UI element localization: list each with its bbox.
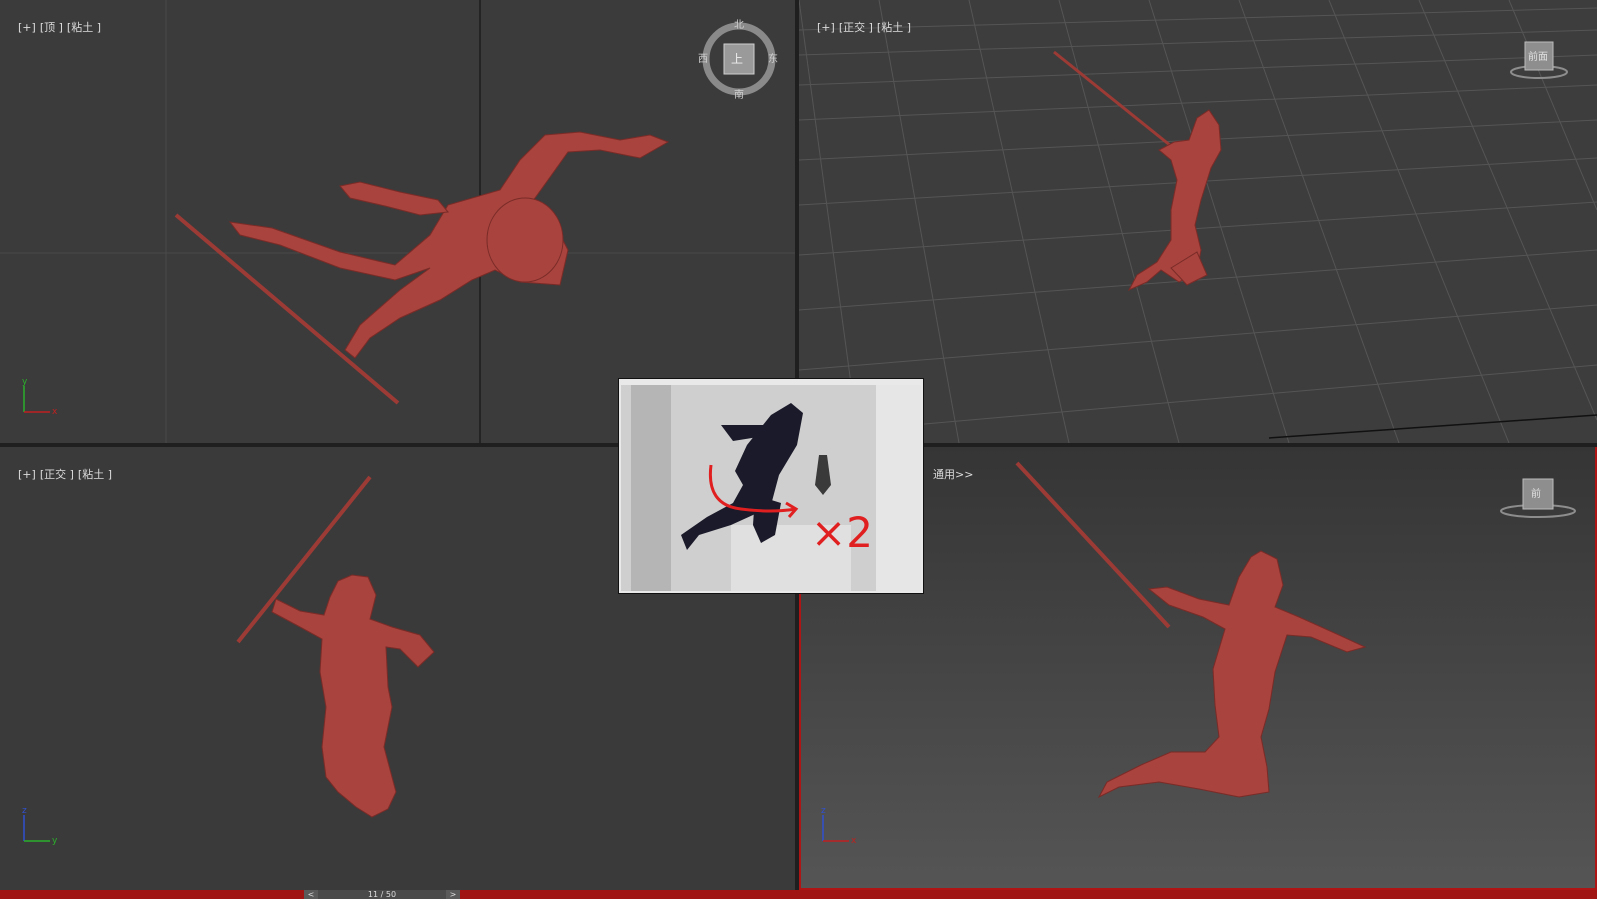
axis-label-z: z xyxy=(22,807,27,816)
viewcube-front[interactable]: 前面 xyxy=(1509,38,1569,84)
viewport-shading-menu[interactable]: [粘土 ] xyxy=(877,21,911,34)
viewport-top-label[interactable]: [+] [顶 ] [粘土 ] xyxy=(4,6,105,48)
viewport-generic-menu[interactable]: 通用>> xyxy=(933,468,973,481)
model-figure-front xyxy=(271,574,435,818)
viewcube-west-label[interactable]: 西 xyxy=(698,50,708,65)
viewcube-perspective-label[interactable]: 前 xyxy=(1531,485,1541,500)
axis-gizmo-top: y x xyxy=(22,378,58,417)
axis-label-x: x xyxy=(851,836,857,846)
model-figure-persp-large xyxy=(1097,550,1367,799)
viewcube-face-label[interactable]: 上 xyxy=(731,50,743,67)
reference-annotation: ×2 xyxy=(811,508,873,557)
frame-counter: 11 / 50 xyxy=(367,890,397,899)
model-figure-persp xyxy=(1127,109,1222,292)
next-frame-button[interactable]: > xyxy=(446,890,460,899)
viewport-plus-menu[interactable]: [+] xyxy=(18,468,36,481)
viewport-top[interactable]: [+] [顶 ] [粘土 ] 北 南 东 西 上 y x xyxy=(0,0,795,443)
viewcube-front-label[interactable]: 前面 xyxy=(1528,48,1548,63)
viewport-ortho-top-right[interactable]: [+] [正交 ] [粘土 ] 前面 xyxy=(799,0,1597,443)
prev-frame-button[interactable]: < xyxy=(304,890,318,899)
time-slider[interactable]: < 11 / 50 > xyxy=(304,890,460,899)
viewcube[interactable]: 北 南 东 西 上 xyxy=(698,20,778,101)
model-figure-top xyxy=(228,131,670,359)
axis-label-y: y xyxy=(22,378,28,387)
reference-image-content: ×2 xyxy=(621,385,921,591)
axis-label-z: z xyxy=(821,807,826,816)
viewport-perspective-label[interactable]: 通用>> xyxy=(919,453,977,495)
viewport-plus-menu[interactable]: [+] xyxy=(817,21,835,34)
viewcube-perspective[interactable]: 前 xyxy=(1499,473,1577,523)
axis-label-x: x xyxy=(52,407,58,417)
timeline-bar[interactable]: < 11 / 50 > xyxy=(0,890,1597,899)
axis-gizmo-persp: z x xyxy=(821,807,857,846)
reference-image: ×2 xyxy=(621,385,921,591)
axis-gizmo-front: z y xyxy=(22,807,58,846)
viewport-grid xyxy=(799,0,1597,443)
viewcube-east-label[interactable]: 东 xyxy=(768,50,778,65)
reference-image-window[interactable]: ×2 xyxy=(618,378,924,594)
viewcube-north-label[interactable]: 北 xyxy=(734,16,744,31)
viewport-view-menu[interactable]: [正交 ] xyxy=(839,21,873,34)
viewport-plus-menu[interactable]: [+] xyxy=(18,21,36,34)
axis-label-y: y xyxy=(52,836,58,846)
viewport-top-canvas xyxy=(0,0,795,443)
viewport-view-menu[interactable]: [顶 ] xyxy=(40,21,63,34)
viewport-shading-menu[interactable]: [粘土 ] xyxy=(67,21,101,34)
viewport-view-menu[interactable]: [正交 ] xyxy=(40,468,74,481)
viewport-shading-menu[interactable]: [粘土 ] xyxy=(78,468,112,481)
viewport-ortho-label[interactable]: [+] [正交 ] [粘土 ] xyxy=(803,6,915,48)
viewcube-south-label[interactable]: 南 xyxy=(734,86,744,101)
viewport-ortho-label[interactable]: [+] [正交 ] [粘土 ] xyxy=(4,453,116,495)
